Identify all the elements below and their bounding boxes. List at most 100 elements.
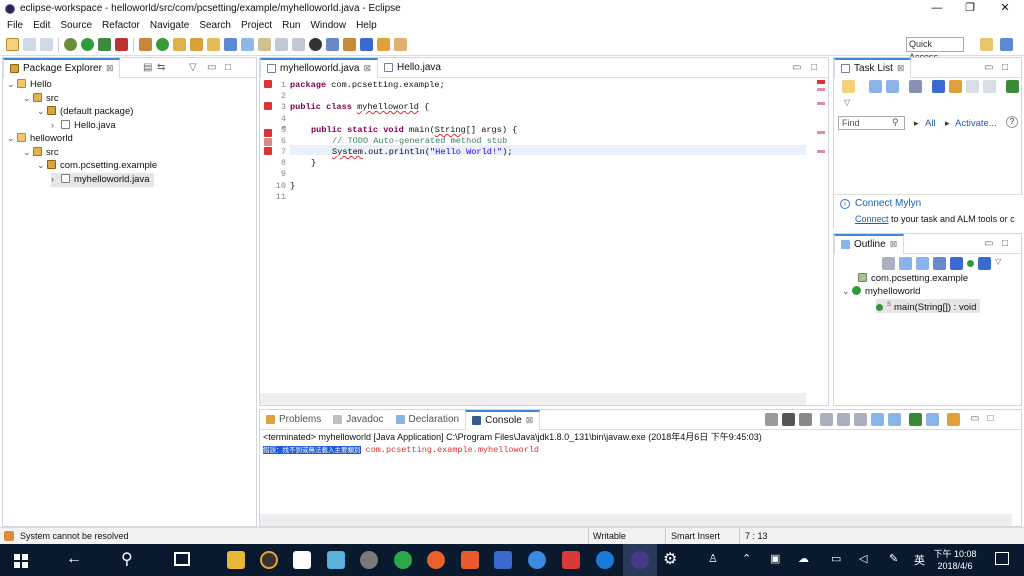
app-icon[interactable]	[260, 551, 278, 569]
help-icon[interactable]: ?	[1006, 116, 1018, 128]
categorized-icon[interactable]	[869, 80, 882, 93]
xampp-icon[interactable]	[461, 551, 479, 569]
remove-all-icon[interactable]	[799, 413, 812, 426]
tab-hello-java[interactable]: Hello.java	[378, 58, 447, 78]
input-language[interactable]: 英	[914, 552, 925, 568]
web-browser-icon[interactable]	[309, 38, 322, 51]
maximize-view-icon[interactable]: □	[225, 62, 231, 73]
terminate-icon[interactable]	[765, 413, 778, 426]
horizontal-scrollbar[interactable]	[260, 393, 806, 405]
close-icon[interactable]: ⊠	[106, 59, 114, 78]
word-wrap-icon[interactable]	[854, 413, 867, 426]
open-folder-icon[interactable]	[207, 38, 220, 51]
maximize-view-icon[interactable]: □	[1002, 238, 1008, 249]
new-icon[interactable]	[6, 38, 19, 51]
maximize-view-icon[interactable]: □	[811, 62, 817, 73]
chevron-down-icon[interactable]: ⌄	[842, 285, 852, 299]
menu-run[interactable]: Run	[277, 20, 305, 31]
menu-file[interactable]: File	[2, 20, 28, 31]
tree-item-hello[interactable]: ⌄ Hello	[7, 78, 52, 92]
highlight-icon[interactable]	[241, 38, 254, 51]
clear-console-icon[interactable]	[820, 413, 833, 426]
close-icon[interactable]: ⊠	[897, 59, 905, 78]
tab-outline[interactable]: Outline ⊠	[834, 233, 905, 254]
menu-edit[interactable]: Edit	[28, 20, 55, 31]
block-icon[interactable]	[275, 38, 288, 51]
minimize-view-icon[interactable]: ▭	[970, 413, 979, 426]
chevron-down-icon[interactable]: ⌄	[23, 92, 33, 106]
pin-icon[interactable]	[343, 38, 356, 51]
java-perspective-icon[interactable]	[1000, 38, 1013, 51]
hide-completed-icon[interactable]	[932, 80, 945, 93]
windows-start-icon[interactable]	[14, 554, 28, 568]
toggle-icon[interactable]	[258, 38, 271, 51]
quick-access-input[interactable]: Quick Access	[906, 37, 964, 62]
chevron-right-icon[interactable]: ›	[51, 119, 61, 133]
tab-problems[interactable]: Problems	[260, 410, 327, 430]
debug-icon[interactable]	[64, 38, 77, 51]
tree-item-default-package[interactable]: ⌄ (default package)	[37, 105, 133, 119]
search-icon[interactable]: ⚲	[892, 117, 899, 128]
external-tools-icon[interactable]	[115, 38, 128, 51]
hide-local-types-icon[interactable]	[978, 257, 991, 270]
run-icon[interactable]	[81, 38, 94, 51]
minimize-view-icon[interactable]: ▭	[207, 62, 216, 73]
new-java-project-icon[interactable]	[139, 38, 152, 51]
close-icon[interactable]: ⊠	[890, 235, 898, 254]
menu-refactor[interactable]: Refactor	[97, 20, 145, 31]
collapse-all-icon[interactable]: ▤	[143, 62, 152, 73]
view-menu-icon[interactable]: ▽	[189, 62, 197, 73]
tab-declaration[interactable]: Declaration	[390, 410, 466, 430]
show-stderr-icon[interactable]	[888, 413, 901, 426]
tab-package-explorer[interactable]: Package Explorer ⊠	[3, 57, 121, 78]
google-icon[interactable]	[293, 551, 311, 569]
forward-icon[interactable]	[394, 38, 407, 51]
chevron-right-icon[interactable]: ›	[51, 173, 61, 187]
chevron-down-icon[interactable]: ⌄	[37, 159, 47, 173]
news-icon[interactable]	[562, 551, 580, 569]
outline-item-class[interactable]: ⌄ myhelloworld	[842, 285, 920, 299]
chevron-up-icon[interactable]: ⌃	[742, 552, 751, 565]
volume-icon[interactable]: ◁	[859, 552, 867, 565]
outline-item-main[interactable]: Smain(String[]) : void	[876, 299, 981, 313]
tab-javadoc[interactable]: Javadoc	[327, 410, 389, 430]
settings-gear-icon[interactable]: ⚙	[663, 549, 677, 569]
tool-icon[interactable]	[360, 551, 378, 569]
clock-time[interactable]: 下午 10:08	[933, 547, 977, 560]
menu-search[interactable]: Search	[194, 20, 236, 31]
tree-item-src[interactable]: ⌄ src	[23, 92, 59, 106]
maximize-button[interactable]: ❐	[953, 0, 987, 17]
sort-icon[interactable]	[916, 257, 929, 270]
eclipse-taskbar-active[interactable]	[623, 544, 657, 576]
menu-help[interactable]: Help	[351, 20, 382, 31]
open-console-icon[interactable]	[947, 413, 960, 426]
minimize-view-icon[interactable]: ▭	[792, 62, 801, 73]
chevron-down-icon[interactable]: ⌄	[7, 78, 17, 92]
overview-marker[interactable]	[817, 131, 825, 134]
overview-marker[interactable]	[817, 88, 825, 91]
tree-item-src[interactable]: ⌄ src	[23, 146, 59, 160]
search-icon[interactable]	[190, 38, 203, 51]
maximize-view-icon[interactable]: □	[987, 413, 993, 426]
link-editor-icon[interactable]: ⇆	[157, 62, 165, 73]
show-whitespace-icon[interactable]	[292, 38, 305, 51]
overview-marker[interactable]	[817, 102, 825, 105]
activate-link[interactable]: Activate...	[955, 118, 997, 129]
fold-icon[interactable]: ⊖	[282, 124, 286, 133]
code-editor[interactable]: 1 2 3 4 5 ⊖ 6 7 8 9 10 11 package com.pc…	[260, 78, 806, 393]
tree-item-helloworld[interactable]: ⌄ helloworld	[7, 132, 73, 146]
tab-console[interactable]: Console ⊠	[465, 409, 541, 430]
outline-item-package[interactable]: com.pcsetting.example	[858, 272, 968, 286]
edge-icon[interactable]	[596, 551, 614, 569]
annotation-icon[interactable]	[224, 38, 237, 51]
horizontal-scrollbar[interactable]	[260, 514, 1012, 526]
coverage-icon[interactable]	[98, 38, 111, 51]
scheduled-icon[interactable]	[886, 80, 899, 93]
hide-nonpublic-icon[interactable]	[967, 260, 974, 267]
close-icon[interactable]: ⊠	[526, 411, 534, 430]
virtualbox-icon[interactable]	[494, 551, 512, 569]
notifications-icon[interactable]	[995, 552, 1009, 565]
next-annotation-icon[interactable]	[326, 38, 339, 51]
all-link[interactable]: All	[925, 118, 936, 129]
tree-item-package[interactable]: ⌄ com.pcsetting.example	[37, 159, 157, 173]
